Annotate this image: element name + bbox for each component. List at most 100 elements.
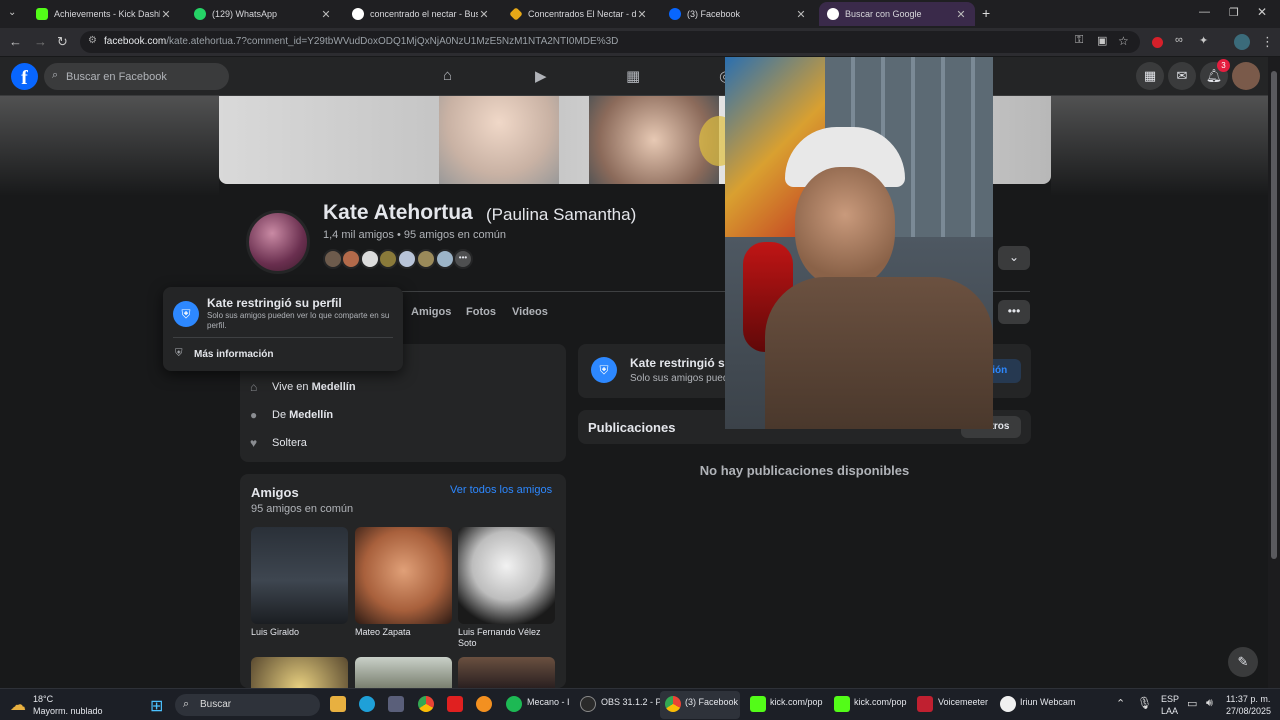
page-scrollbar[interactable] [1268, 57, 1280, 688]
mutual-friend-avatar[interactable] [323, 249, 343, 269]
close-window-icon[interactable]: ✕ [1257, 5, 1267, 19]
install-icon[interactable]: ▣ [1097, 34, 1107, 47]
minimize-icon[interactable]: — [1199, 6, 1210, 18]
site-info-icon[interactable]: ⚙ [88, 35, 97, 46]
taskbar-app-voicemeeter[interactable]: Voicemeeter [938, 697, 988, 707]
mutual-friend-avatar[interactable] [378, 249, 398, 269]
tab-buscar-con-google[interactable]: Buscar con Google ✕ [819, 2, 975, 26]
mutual-friend-avatar[interactable] [435, 249, 455, 269]
address-bar[interactable]: ⚙ facebook.com/kate.atehortua.7?comment_… [80, 31, 1140, 53]
windows-start-icon[interactable]: ⊞ [150, 696, 163, 716]
friend-photo[interactable] [355, 657, 452, 688]
clock-date[interactable]: 27/08/2025 [1226, 706, 1271, 716]
iriun-webcam-icon[interactable] [1000, 696, 1016, 712]
account-avatar-button[interactable] [1232, 62, 1260, 90]
edge-icon[interactable] [359, 696, 375, 712]
language-indicator[interactable]: ESP [1161, 694, 1179, 704]
taskbar-search[interactable]: ⌕ Buscar [175, 694, 320, 716]
key-icon[interactable]: ⚿ [1075, 34, 1083, 47]
obs-icon[interactable] [580, 696, 596, 712]
profile-friends-count[interactable]: 1,4 mil amigos • 95 amigos en común [323, 229, 506, 241]
taskbar-app-obs[interactable]: OBS 31.1.2 - Pr [601, 697, 665, 707]
profile-avatar[interactable] [246, 210, 310, 274]
tab-amigos[interactable]: Amigos [411, 306, 451, 318]
extensions-puzzle-icon[interactable]: ✦ [1199, 34, 1208, 47]
new-tab-button[interactable]: + [982, 5, 990, 21]
marketplace-icon[interactable]: ▦ [626, 67, 640, 85]
extension-red-icon[interactable] [1152, 37, 1163, 48]
network-icon[interactable]: ▭ [1187, 697, 1197, 710]
tray-chevron-icon[interactable]: ⌃ [1116, 697, 1125, 710]
link-extension-icon[interactable]: ∞ [1175, 34, 1183, 46]
browser-menu-icon[interactable]: ⋮ [1261, 34, 1274, 50]
bookmark-star-icon[interactable]: ☆ [1118, 34, 1129, 48]
mutual-friend-avatar[interactable] [341, 249, 361, 269]
volume-icon[interactable]: 🔊︎ [1206, 697, 1213, 710]
close-tab-icon[interactable]: ✕ [795, 8, 807, 21]
weather-icon[interactable]: ☁ [10, 695, 26, 715]
chrome-icon[interactable] [418, 696, 434, 712]
back-icon[interactable]: ← [9, 34, 22, 49]
firefox-icon[interactable] [476, 696, 492, 712]
tab-fotos[interactable]: Fotos [466, 306, 496, 318]
tab-videos[interactable]: Videos [512, 306, 548, 318]
friend-photo[interactable] [458, 657, 555, 688]
video-icon[interactable]: ▶ [535, 67, 547, 85]
mutual-friend-avatar[interactable] [416, 249, 436, 269]
clock-time[interactable]: 11:37 p. m. [1226, 694, 1270, 704]
restore-icon[interactable]: ❐ [1229, 6, 1239, 19]
see-all-friends-link[interactable]: Ver todos los amigos [450, 484, 552, 496]
close-tab-icon[interactable]: ✕ [955, 8, 967, 21]
more-mutual-friends-icon[interactable]: ••• [453, 249, 473, 269]
tab-search-chevron-icon[interactable]: ⌄ [8, 7, 16, 18]
home-icon[interactable]: ⌂ [443, 67, 452, 84]
tab-facebook[interactable]: (3) Facebook ✕ [661, 2, 815, 26]
facebook-search-input[interactable]: ⌕ Buscar en Facebook [44, 63, 229, 90]
tab-whatsapp[interactable]: (129) WhatsApp ✕ [186, 2, 340, 26]
chrome-icon[interactable] [665, 696, 681, 712]
friends-title[interactable]: Amigos [251, 485, 299, 500]
friend-photo[interactable] [355, 527, 452, 624]
forward-icon[interactable]: → [34, 34, 47, 49]
friend-name[interactable]: Luis Fernando Vélez Soto [458, 627, 558, 649]
expand-chevron-button[interactable]: ⌄ [998, 246, 1030, 270]
friend-photo[interactable] [458, 527, 555, 624]
file-explorer-icon[interactable] [330, 696, 346, 712]
tab-kick-dashboard[interactable]: Achievements - Kick Dashboard ✕ [28, 2, 180, 26]
close-tab-icon[interactable]: ✕ [160, 8, 172, 21]
tab-google-search-nectar[interactable]: concentrado el nectar - Buscar ✕ [344, 2, 498, 26]
spotify-icon[interactable] [506, 696, 522, 712]
compose-message-button[interactable]: ✎ [1228, 647, 1258, 677]
microphone-icon[interactable]: 🎙︎ [1137, 696, 1152, 710]
friend-name[interactable]: Mateo Zapata [355, 627, 455, 638]
close-tab-icon[interactable]: ✕ [636, 8, 648, 21]
profile-more-button[interactable]: ••• [998, 300, 1030, 324]
close-tab-icon[interactable]: ✕ [320, 8, 332, 21]
taskbar-app-iriun[interactable]: Iriun Webcam [1020, 697, 1075, 707]
friend-photo[interactable] [251, 657, 348, 688]
browser-profile-avatar[interactable] [1234, 34, 1250, 50]
voicemeeter-icon[interactable] [917, 696, 933, 712]
store-icon[interactable] [388, 696, 404, 712]
messenger-button[interactable]: ✉ [1168, 62, 1196, 90]
more-info-link[interactable]: ⛨ Más información [173, 343, 393, 367]
intro-lives-city[interactable]: Medellín [312, 381, 356, 393]
intro-from-city[interactable]: Medellín [289, 409, 333, 421]
close-tab-icon[interactable]: ✕ [478, 8, 490, 21]
tab-concentrados-nectar[interactable]: Concentrados El Nectar - depo ✕ [502, 2, 656, 26]
facebook-logo-icon[interactable]: f [11, 63, 38, 90]
taskbar-app-kick-2[interactable]: kick.com/pop [854, 697, 907, 707]
youtube-icon[interactable] [447, 696, 463, 712]
friend-photo[interactable] [251, 527, 348, 624]
taskbar-app-kick-1[interactable]: kick.com/pop [770, 697, 823, 707]
reload-icon[interactable]: ↻ [57, 34, 68, 50]
mutual-friend-avatar[interactable] [397, 249, 417, 269]
kick-icon[interactable] [834, 696, 850, 712]
menu-grid-button[interactable]: ▦ [1136, 62, 1164, 90]
mutual-friend-avatar[interactable] [360, 249, 380, 269]
kick-icon[interactable] [750, 696, 766, 712]
scrollbar-thumb[interactable] [1271, 71, 1277, 559]
taskbar-app-mecano[interactable]: Mecano - I [527, 697, 570, 707]
taskbar-app-facebook[interactable]: (3) Facebook [685, 697, 738, 707]
friend-name[interactable]: Luis Giraldo [251, 627, 351, 638]
